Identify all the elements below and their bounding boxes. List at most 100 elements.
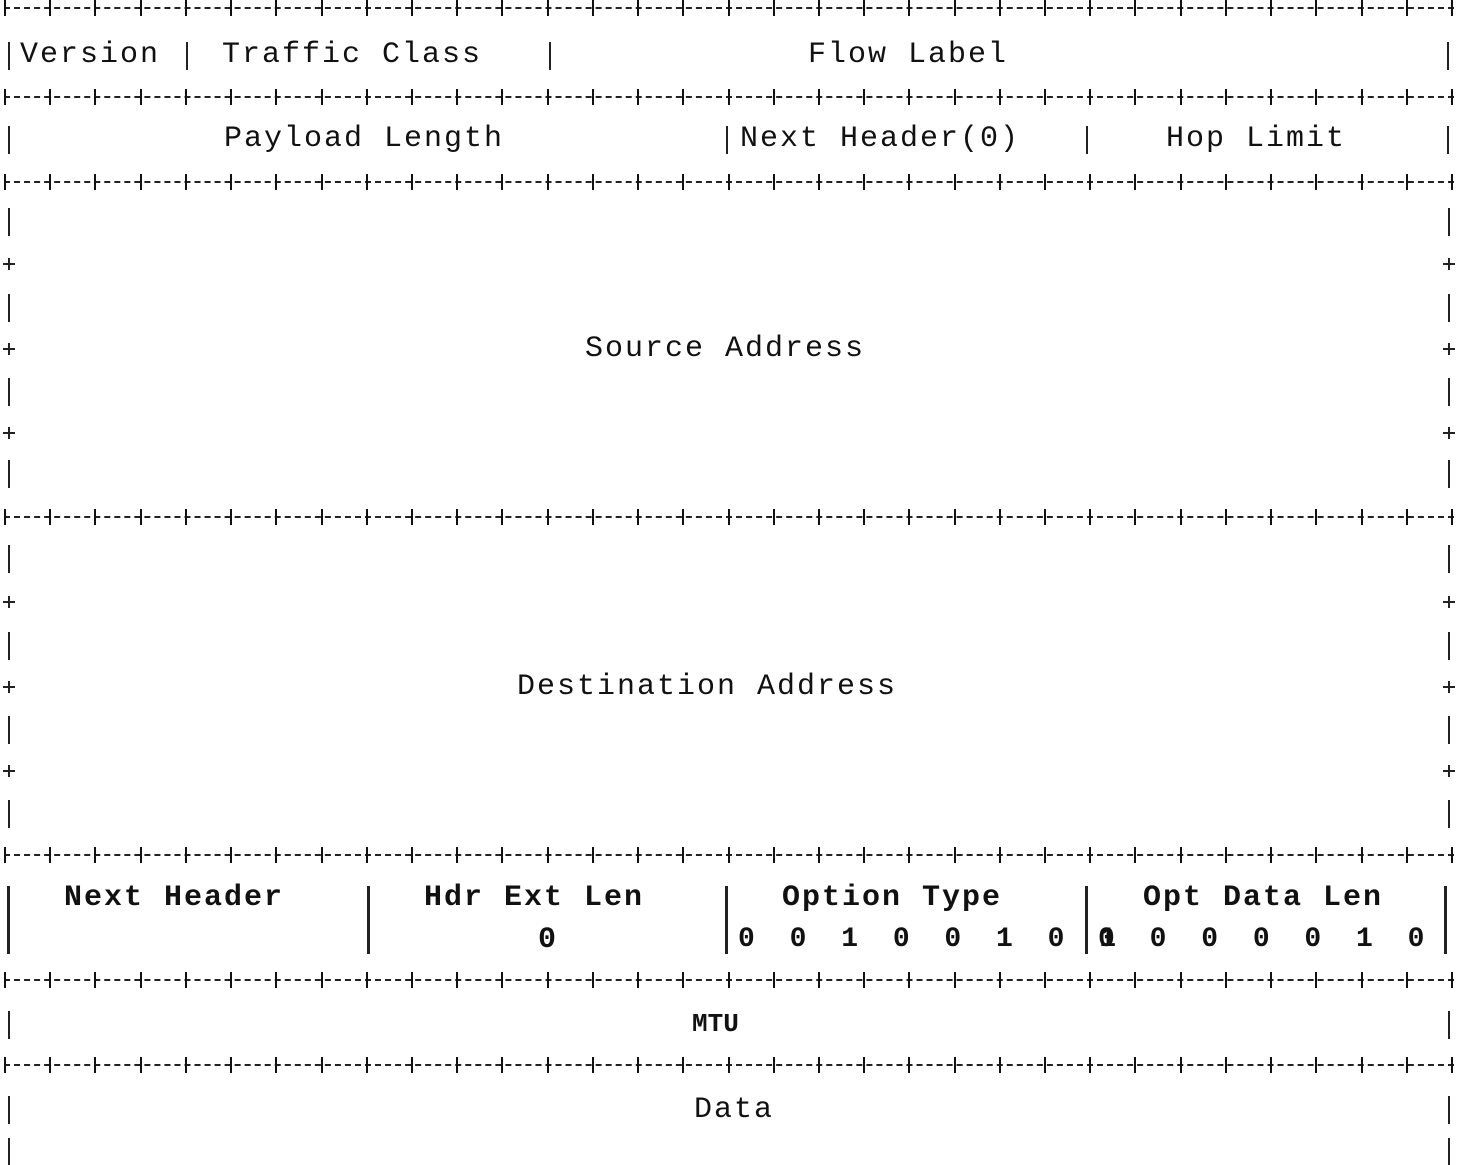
bit-boundary-tick — [1315, 174, 1317, 190]
bit-boundary-tick — [773, 847, 775, 863]
bit-boundary-tick — [1406, 174, 1408, 190]
bit-boundary-tick — [185, 509, 187, 525]
bit-boundary-tick — [501, 174, 503, 190]
field-divider — [367, 886, 370, 954]
bit-boundary-tick — [773, 972, 775, 988]
bit-boundary-tick — [411, 174, 413, 190]
bit-boundary-tick — [411, 1057, 413, 1073]
bit-boundary-tick — [1180, 972, 1182, 988]
field-divider — [725, 886, 728, 954]
bit-boundary-tick — [321, 972, 323, 988]
bit-boundary-tick — [1134, 0, 1136, 16]
bit-boundary-tick — [954, 1057, 956, 1073]
bit-boundary-tick — [592, 1057, 594, 1073]
field-flow-label: Flow Label — [808, 38, 1009, 72]
bit-boundary-tick — [773, 174, 775, 190]
bit-boundary-tick — [682, 509, 684, 525]
bit-boundary-tick — [94, 1057, 96, 1073]
bit-boundary-tick — [728, 509, 730, 525]
row-border — [0, 509, 1458, 525]
bit-boundary-tick — [1315, 1057, 1317, 1073]
bit-boundary-tick — [94, 509, 96, 525]
bit-boundary-tick — [1134, 847, 1136, 863]
bit-boundary-tick — [94, 847, 96, 863]
bit-boundary-tick — [321, 0, 323, 16]
bit-boundary-tick — [140, 1057, 142, 1073]
bit-boundary-tick — [230, 972, 232, 988]
bit-boundary-tick — [456, 509, 458, 525]
field-data: Data — [694, 1093, 775, 1127]
bit-boundary-tick — [1406, 0, 1408, 16]
bit-boundary-tick — [366, 0, 368, 16]
bit-boundary-tick — [275, 972, 277, 988]
field-option-type-bits: 0 0 1 0 0 1 0 1 — [738, 924, 1126, 955]
field-source-address: Source Address — [585, 332, 866, 366]
bit-boundary-tick — [275, 0, 277, 16]
bit-boundary-tick — [863, 1057, 865, 1073]
bit-boundary-tick — [230, 0, 232, 16]
side-plus — [1443, 596, 1455, 608]
field-divider — [1444, 886, 1447, 954]
bit-boundary-tick — [592, 89, 594, 105]
bit-boundary-tick — [1225, 174, 1227, 190]
bit-boundary-tick — [501, 972, 503, 988]
bit-boundary-tick — [1089, 0, 1091, 16]
bit-boundary-tick — [682, 0, 684, 16]
row-border — [0, 174, 1458, 190]
bit-boundary-tick — [728, 0, 730, 16]
field-traffic-class: Traffic Class — [222, 38, 483, 72]
bit-boundary-tick — [728, 89, 730, 105]
field-hop-limit: Hop Limit — [1166, 122, 1347, 156]
bit-boundary-tick — [230, 89, 232, 105]
field-divider — [1085, 886, 1088, 954]
row-border — [0, 89, 1458, 105]
bit-boundary-tick — [1180, 847, 1182, 863]
field-mtu: MTU — [692, 1009, 739, 1039]
bit-boundary-tick — [863, 847, 865, 863]
side-plus — [3, 343, 15, 355]
bit-boundary-tick — [4, 0, 6, 16]
side-bar — [8, 208, 10, 236]
bit-boundary-tick — [4, 89, 6, 105]
bit-boundary-tick — [728, 174, 730, 190]
bit-boundary-tick — [275, 509, 277, 525]
field-opt-data-len-bits: 0 0 0 0 0 1 0 0 — [1098, 924, 1458, 955]
bit-boundary-tick — [682, 847, 684, 863]
bit-boundary-tick — [1225, 89, 1227, 105]
bit-boundary-tick — [185, 89, 187, 105]
side-bar — [8, 800, 10, 828]
bit-boundary-tick — [1270, 89, 1272, 105]
bit-boundary-tick — [999, 0, 1001, 16]
side-plus — [1443, 258, 1455, 270]
side-plus — [3, 596, 15, 608]
bit-boundary-tick — [94, 89, 96, 105]
bit-boundary-tick — [908, 0, 910, 16]
bit-boundary-tick — [94, 174, 96, 190]
bit-boundary-tick — [954, 174, 956, 190]
field-opt-data-len: Opt Data Len — [1143, 881, 1384, 915]
bit-boundary-tick — [592, 174, 594, 190]
bit-boundary-tick — [230, 1057, 232, 1073]
bit-boundary-tick — [49, 509, 51, 525]
field-divider — [8, 126, 10, 154]
bit-boundary-tick — [1089, 972, 1091, 988]
bit-boundary-tick — [1270, 509, 1272, 525]
side-bar — [1448, 378, 1450, 406]
bit-boundary-tick — [1089, 1057, 1091, 1073]
field-divider — [1086, 126, 1088, 154]
bit-boundary-tick — [592, 972, 594, 988]
bit-boundary-tick — [1451, 847, 1453, 863]
bit-boundary-tick — [4, 972, 6, 988]
bit-boundary-tick — [4, 1057, 6, 1073]
bit-boundary-tick — [1270, 847, 1272, 863]
field-next-header: Next Header(0) — [740, 122, 1021, 156]
bit-boundary-tick — [1089, 174, 1091, 190]
bit-boundary-tick — [411, 847, 413, 863]
field-divider — [1447, 126, 1449, 154]
bit-boundary-tick — [637, 174, 639, 190]
bit-boundary-tick — [275, 1057, 277, 1073]
bit-boundary-tick — [592, 847, 594, 863]
side-plus — [3, 258, 15, 270]
bit-boundary-tick — [1134, 972, 1136, 988]
bit-boundary-tick — [682, 972, 684, 988]
